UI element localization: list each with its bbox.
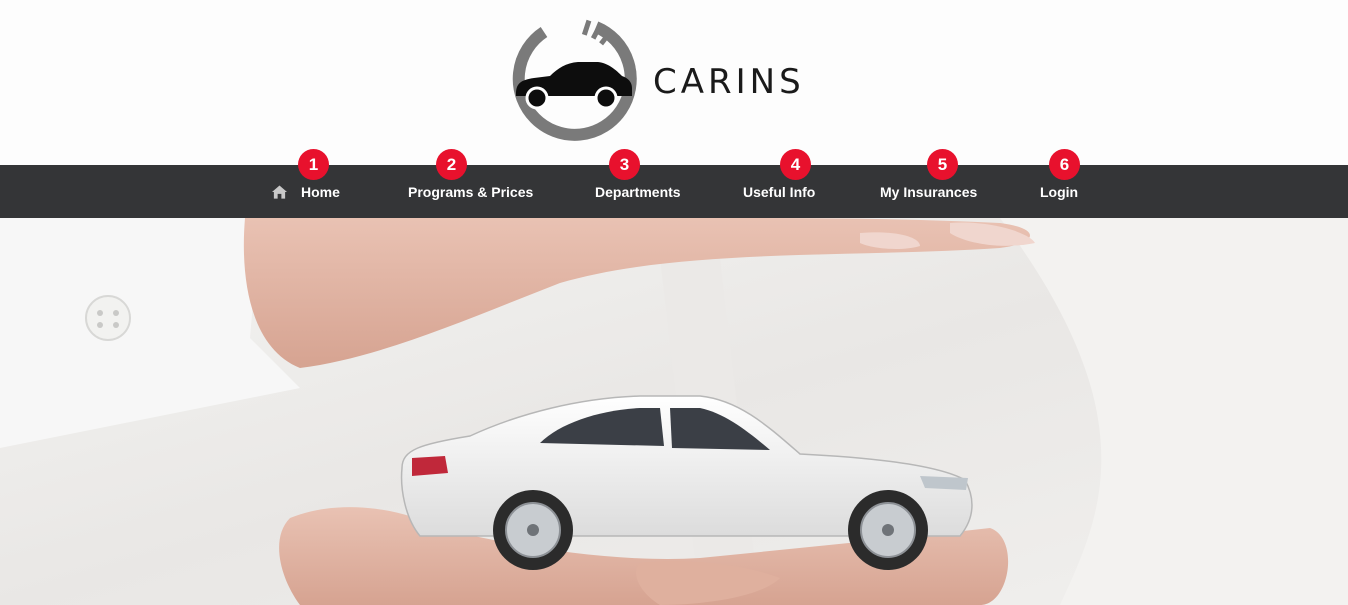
nav-departments[interactable]: Departments: [595, 165, 681, 218]
nav-my-insurances-label: My Insurances: [880, 183, 978, 200]
nav-programs-prices[interactable]: Programs & Prices: [408, 165, 533, 218]
nav-badge-2: 2: [436, 149, 467, 180]
nav-badge-3: 3: [609, 149, 640, 180]
home-icon: [272, 184, 287, 199]
nav-login-label: Login: [1040, 183, 1079, 200]
hero-banner: [0, 218, 1348, 605]
site-header: CARINS: [0, 0, 1348, 165]
site-logo[interactable]: CARINS: [508, 18, 828, 148]
nav-programs-prices-label: Programs & Prices: [408, 183, 534, 200]
nav-useful-info-label: Useful Info: [743, 183, 816, 200]
nav-badge-5: 5: [927, 149, 958, 180]
nav-badge-6: 6: [1049, 149, 1080, 180]
car-gauge-logo-icon: [512, 19, 637, 141]
nav-home-label: Home: [301, 183, 340, 200]
nav-departments-label: Departments: [595, 183, 681, 200]
hands-protecting-car-image: [0, 218, 1348, 605]
nav-badge-1: 1: [298, 149, 329, 180]
brand-name: CARINS: [653, 62, 805, 102]
main-nav: Home Programs & Prices Departments Usefu…: [0, 165, 1348, 218]
nav-badge-4: 4: [780, 149, 811, 180]
